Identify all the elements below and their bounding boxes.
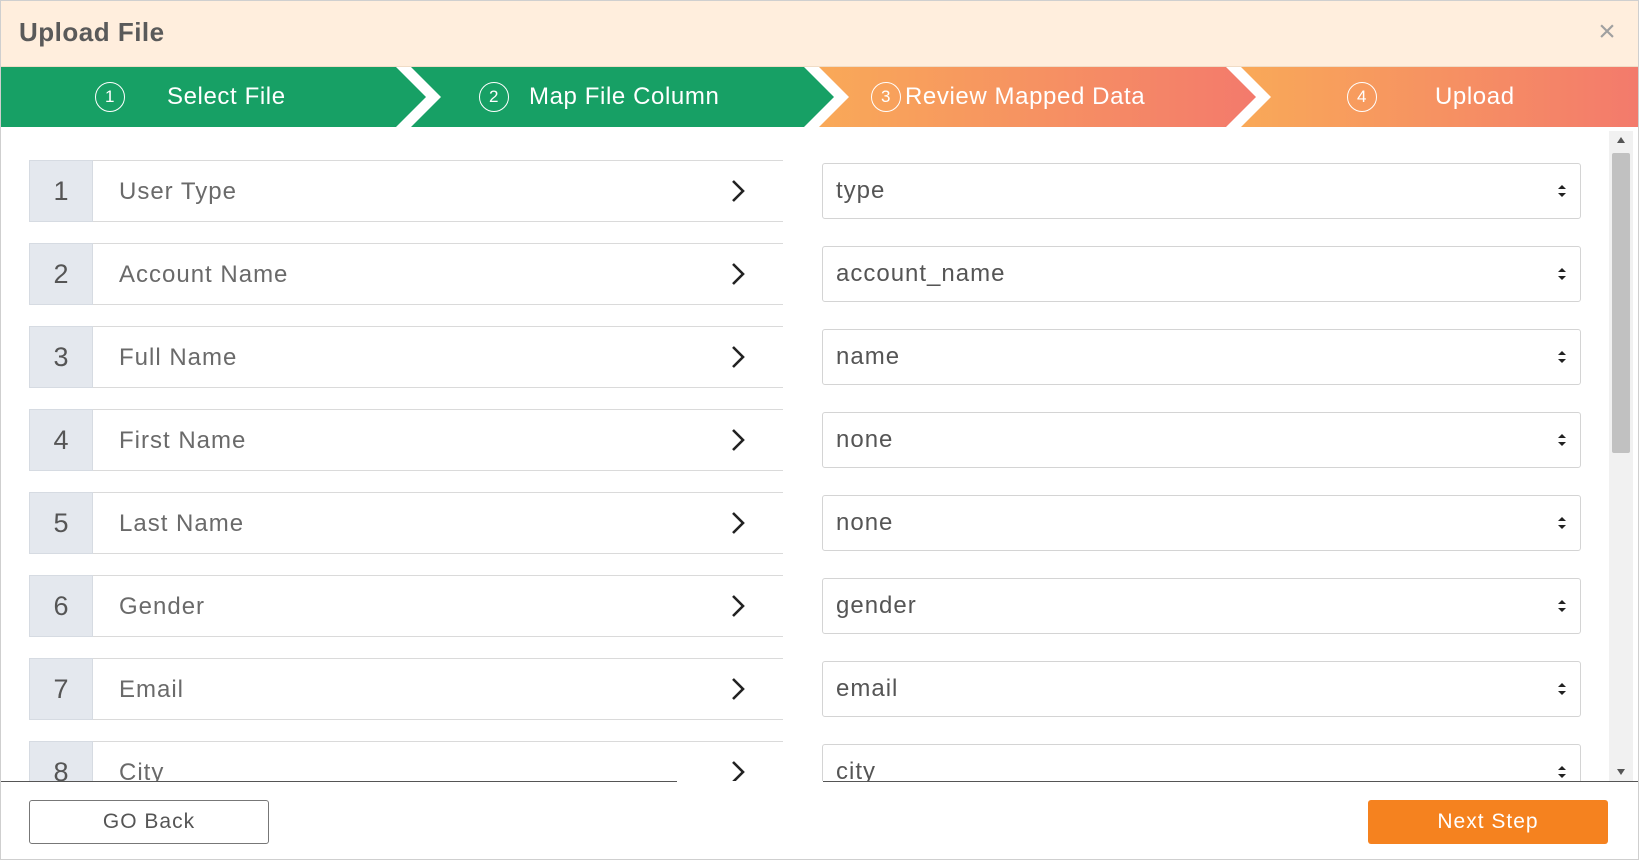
file-column-label: Gender — [119, 593, 206, 620]
chevron-right-icon — [732, 429, 745, 451]
file-column: Gender — [93, 575, 783, 637]
file-column: User Type — [93, 160, 783, 222]
footer-divider-gap — [677, 781, 823, 783]
mapped-field-select[interactable]: none — [822, 495, 1581, 551]
select-value: none — [836, 509, 894, 536]
scroll-thumb[interactable] — [1612, 153, 1630, 453]
row-index: 8 — [29, 741, 93, 781]
sort-caret-icon — [1558, 683, 1566, 695]
sort-caret-icon — [1558, 600, 1566, 612]
file-column: Account Name — [93, 243, 783, 305]
mapping-row: 8 City city — [29, 741, 1581, 781]
upload-file-dialog: Upload File × 1 Select File 2 Map File C… — [0, 0, 1639, 860]
mapping-row: 2 Account Name account_name — [29, 243, 1581, 305]
step-upload[interactable]: 4 Upload — [1347, 67, 1515, 127]
chevron-right-icon — [732, 595, 745, 617]
mapping-row: 4 First Name none — [29, 409, 1581, 471]
row-index: 6 — [29, 575, 93, 637]
sort-caret-icon — [1558, 434, 1566, 446]
sort-caret-icon — [1558, 517, 1566, 529]
close-icon[interactable]: × — [1592, 17, 1622, 47]
step-number: 2 — [479, 82, 509, 112]
chevron-right-icon — [732, 678, 745, 700]
select-value: account_name — [836, 260, 1006, 287]
mapping-row: 5 Last Name none — [29, 492, 1581, 554]
file-column-label: City — [119, 759, 165, 781]
sort-caret-icon — [1558, 185, 1566, 197]
row-index: 2 — [29, 243, 93, 305]
file-column: Last Name — [93, 492, 783, 554]
mapping-row: 3 Full Name name — [29, 326, 1581, 388]
mapping-row: 7 Email email — [29, 658, 1581, 720]
step-review-mapped-data[interactable]: 3 Review Mapped Data — [871, 67, 1145, 127]
sort-caret-icon — [1558, 268, 1566, 280]
next-step-button[interactable]: Next Step — [1368, 800, 1608, 844]
file-column-label: Last Name — [119, 510, 245, 537]
file-column-label: Email — [119, 676, 185, 703]
mapped-field-select[interactable]: name — [822, 329, 1581, 385]
file-column-label: Full Name — [119, 344, 238, 371]
row-index: 1 — [29, 160, 93, 222]
dialog-title: Upload File — [19, 17, 165, 47]
vertical-scrollbar[interactable] — [1609, 131, 1633, 781]
mapped-field-select[interactable]: none — [822, 412, 1581, 468]
triangle-up-icon[interactable] — [1616, 135, 1626, 145]
step-label: Select File — [167, 83, 286, 110]
sort-caret-icon — [1558, 766, 1566, 778]
mapped-field-select[interactable]: type — [822, 163, 1581, 219]
file-column: Full Name — [93, 326, 783, 388]
dialog-header: Upload File × — [1, 1, 1638, 67]
chevron-right-icon — [732, 180, 745, 202]
file-column: First Name — [93, 409, 783, 471]
stepper: 1 Select File 2 Map File Column 3 Review… — [1, 67, 1638, 127]
select-value: none — [836, 426, 894, 453]
mapped-field-select[interactable]: account_name — [822, 246, 1581, 302]
mapped-field-select[interactable]: city — [822, 744, 1581, 781]
select-value: city — [836, 758, 876, 781]
file-column: City — [93, 741, 783, 781]
file-column-label: User Type — [119, 178, 237, 205]
select-value: email — [836, 675, 899, 702]
step-number: 3 — [871, 82, 901, 112]
mapped-field-select[interactable]: email — [822, 661, 1581, 717]
row-index: 3 — [29, 326, 93, 388]
file-column-label: First Name — [119, 427, 247, 454]
select-value: name — [836, 343, 901, 370]
chevron-right-icon — [732, 346, 745, 368]
mapping-list[interactable]: 1 User Type type 2 Account Name account_… — [1, 127, 1638, 781]
select-value: type — [836, 177, 886, 204]
go-back-button[interactable]: GO Back — [29, 800, 269, 844]
file-column: Email — [93, 658, 783, 720]
step-label: Map File Column — [529, 83, 720, 110]
row-index: 7 — [29, 658, 93, 720]
mapping-row: 6 Gender gender — [29, 575, 1581, 637]
step-number: 1 — [95, 82, 125, 112]
chevron-right-icon — [732, 761, 745, 781]
dialog-footer: GO Back Next Step — [1, 781, 1638, 859]
chevron-right-icon — [732, 263, 745, 285]
chevron-right-icon — [732, 512, 745, 534]
triangle-down-icon[interactable] — [1616, 767, 1626, 777]
step-label: Review Mapped Data — [905, 83, 1146, 110]
mapping-row: 1 User Type type — [29, 160, 1581, 222]
file-column-label: Account Name — [119, 261, 289, 288]
step-select-file[interactable]: 1 Select File — [95, 67, 286, 127]
mapped-field-select[interactable]: gender — [822, 578, 1581, 634]
row-index: 5 — [29, 492, 93, 554]
step-number: 4 — [1347, 82, 1377, 112]
select-value: gender — [836, 592, 917, 619]
step-label: Upload — [1435, 83, 1515, 110]
sort-caret-icon — [1558, 351, 1566, 363]
step-map-file-column[interactable]: 2 Map File Column — [479, 67, 719, 127]
row-index: 4 — [29, 409, 93, 471]
